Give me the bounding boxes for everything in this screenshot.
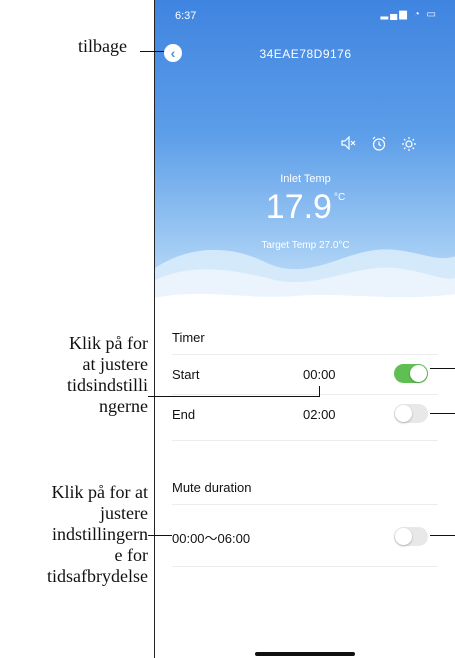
mute-duration-toggle[interactable] [394,527,428,546]
leader-line-mute-toggle [430,535,455,536]
toggle-knob [395,528,412,545]
target-temp: Target Temp 27.0°C [155,240,455,251]
timer-end-toggle[interactable] [394,404,428,423]
leader-line-back [140,51,164,52]
inlet-temp-unit: °C [333,191,346,203]
timer-start-row: Start 00:00 [172,354,438,391]
target-temp-value: 27.0 [318,240,339,251]
timer-start-toggle[interactable] [394,364,428,383]
annotation-timer: Klik på for at justere tidsindstilli ngerne [66,333,148,416]
home-indicator [255,652,355,656]
alarm-clock-icon[interactable] [371,136,387,154]
status-icons: ▂▄▆ ◔ ▭ [380,9,438,20]
divider [172,440,438,442]
mute-duration-title: Mute duration [172,480,252,495]
mute-duration-row: 00:00～06:00 [172,504,438,565]
inlet-temp-readout: 17.9 °C [155,188,455,227]
device-id: 34EAE78D9176 [259,47,352,61]
timer-end-time[interactable]: 02:00 [303,407,336,422]
leader-line-mute [148,535,172,536]
target-temp-label: Target Temp [261,240,317,251]
toggle-knob [410,365,427,382]
inlet-temp-label: Inlet Temp [280,173,331,185]
timer-title: Timer [172,330,205,345]
inlet-temp-value: 17.9 [265,188,332,226]
target-temp-unit: °C [338,240,350,251]
divider [172,566,438,568]
timer-start-label: Start [172,367,200,382]
timer-start-time[interactable]: 00:00 [303,367,336,382]
leader-line-timer [148,396,320,397]
leader-line-start-toggle [430,368,455,369]
phone-screen: 6:37 ▂▄▆ ◔ ▭ ‹ 34EAE78D9176 Inlet Temp 1… [154,0,455,658]
timer-end-label: End [172,407,196,422]
status-time: 6:37 [175,10,197,22]
leader-line-end-toggle [430,413,455,414]
speaker-mute-icon[interactable] [341,135,357,153]
sun-icon[interactable] [401,136,417,155]
annotation-back: tilbage [78,36,127,56]
mute-duration-range[interactable]: 00:00～06:00 [172,528,250,547]
leader-line-timer-tick [319,386,320,397]
wave-decoration [155,249,455,315]
status-bar: 6:37 ▂▄▆ ◔ ▭ [155,0,455,28]
toggle-knob [395,405,412,422]
timer-end-row: End 02:00 [172,394,438,431]
annotation-mute: Klik på for at justere indstillingern e for… [47,482,148,586]
